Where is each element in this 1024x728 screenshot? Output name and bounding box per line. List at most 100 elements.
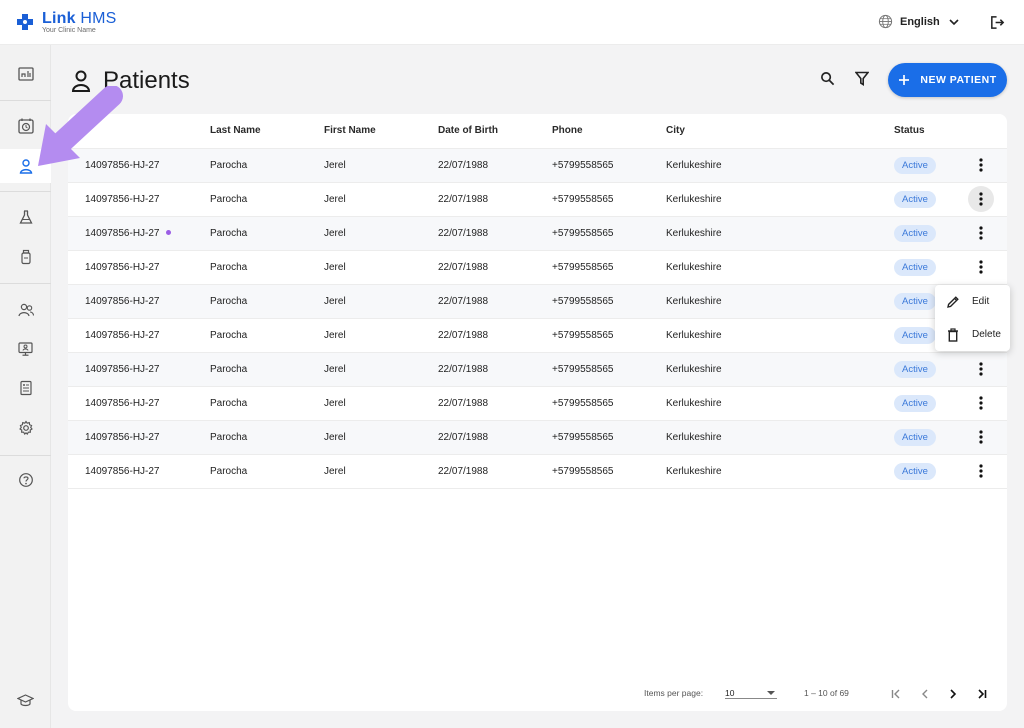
clinic-name: Your Clinic Name	[42, 27, 96, 34]
last-name-cell-text: Parocha	[210, 159, 248, 171]
city-cell-text: Kerlukeshire	[666, 159, 722, 171]
sidebar-item-training[interactable]	[0, 683, 51, 717]
table-row[interactable]: 14097856-HJ-27 Parocha Jerel 22/07/1988 +579…	[68, 215, 1007, 250]
items-per-page-select[interactable]: 10	[725, 684, 777, 699]
first-name-cell: Jerel	[324, 249, 438, 284]
report-icon	[19, 380, 32, 396]
column-header-phone[interactable]: Phone	[552, 114, 666, 148]
row-menu-button[interactable]	[968, 390, 994, 416]
next-page-button[interactable]	[943, 684, 963, 704]
city-cell-text: Kerlukeshire	[666, 261, 722, 273]
new-patient-button[interactable]: NEW PATIENT	[888, 63, 1007, 97]
search-button[interactable]	[820, 71, 835, 91]
date-of-birth-cell-text: 22/07/1988	[438, 431, 489, 443]
patient-id-cell-text: 14097856-HJ-27	[85, 329, 160, 341]
actions-cell	[964, 181, 1007, 216]
language-selector[interactable]: English	[878, 14, 961, 29]
row-menu-button[interactable]	[968, 458, 994, 484]
more-vertical-icon	[979, 396, 983, 410]
patient-id-cell: 14097856-HJ-27	[68, 317, 210, 352]
status-badge: Active	[894, 258, 936, 276]
column-header-status[interactable]: Status	[894, 114, 964, 148]
sidebar-item-help[interactable]	[0, 463, 51, 497]
row-menu-button[interactable]	[968, 152, 994, 178]
column-header-last-name[interactable]: Last Name	[210, 114, 324, 148]
first-name-cell: Jerel	[324, 215, 438, 250]
column-header-city[interactable]: City	[666, 114, 894, 148]
first-name-cell-text: Jerel	[324, 397, 346, 409]
first-name-cell: Jerel	[324, 283, 438, 318]
date-of-birth-cell-text: 22/07/1988	[438, 363, 489, 375]
menu-item-delete[interactable]: Delete	[935, 318, 1010, 351]
sidebar-item-monitor[interactable]	[0, 332, 51, 366]
table-row[interactable]: 14097856-HJ-27 Parocha Jerel 22/07/1988 +579…	[68, 283, 1007, 318]
table-row[interactable]: 14097856-HJ-27 Parocha Jerel 22/07/1988 +579…	[68, 249, 1007, 284]
status-cell: Active	[894, 249, 964, 284]
patient-id-cell-text: 14097856-HJ-27	[85, 295, 160, 307]
table-row[interactable]: 14097856-HJ-27 Parocha Jerel 22/07/1988 +579…	[68, 317, 1007, 352]
column-header-actions	[964, 114, 1007, 148]
row-menu-button[interactable]	[968, 424, 994, 450]
patient-id-cell-text: 14097856-HJ-27	[85, 261, 160, 273]
table-row[interactable]: 14097856-HJ-27 Parocha Jerel 22/07/1988 +579…	[68, 181, 1007, 216]
last-name-cell: Parocha	[210, 385, 324, 420]
menu-item-delete-label: Delete	[972, 329, 1001, 340]
row-menu-button[interactable]	[968, 254, 994, 280]
column-header-date-of-birth[interactable]: Date of Birth	[438, 114, 552, 148]
table-row[interactable]: 14097856-HJ-27 Parocha Jerel 22/07/1988 +579…	[68, 147, 1007, 182]
filter-button[interactable]	[854, 71, 870, 91]
sidebar-item-staff[interactable]	[0, 293, 51, 327]
patient-id-cell: 14097856-HJ-27	[68, 283, 210, 318]
first-name-cell-text: Jerel	[324, 227, 346, 239]
table-row[interactable]: 14097856-HJ-27 Parocha Jerel 22/07/1988 +579…	[68, 351, 1007, 386]
more-vertical-icon	[979, 192, 983, 206]
last-page-button[interactable]	[972, 684, 992, 704]
menu-item-edit[interactable]: Edit	[935, 285, 1010, 318]
sidebar-item-pharmacy[interactable]	[0, 240, 51, 274]
last-name-cell: Parocha	[210, 317, 324, 352]
more-vertical-icon	[979, 158, 983, 172]
last-name-cell: Parocha	[210, 419, 324, 454]
sidebar-item-reports[interactable]	[0, 371, 51, 405]
row-menu-button[interactable]	[968, 186, 994, 212]
items-per-page-value: 10	[725, 688, 735, 698]
flask-icon	[18, 210, 33, 224]
status-cell: Active	[894, 419, 964, 454]
last-name-cell-text: Parocha	[210, 431, 248, 443]
city-cell: Kerlukeshire	[666, 419, 894, 454]
pencil-icon	[947, 295, 959, 308]
status-cell: Active	[894, 147, 964, 182]
first-page-button[interactable]	[886, 684, 906, 704]
app-name-part2: HMS	[80, 10, 117, 27]
city-cell-text: Kerlukeshire	[666, 227, 722, 239]
sidebar-item-settings[interactable]	[0, 411, 51, 445]
first-name-cell: Jerel	[324, 385, 438, 420]
last-name-cell: Parocha	[210, 147, 324, 182]
date-of-birth-cell-text: 22/07/1988	[438, 465, 489, 477]
table-row[interactable]: 14097856-HJ-27 Parocha Jerel 22/07/1988 +579…	[68, 385, 1007, 420]
row-menu-button[interactable]	[968, 220, 994, 246]
phone-cell-text: +5799558565	[552, 397, 614, 409]
patient-id-cell-text: 14097856-HJ-27	[85, 227, 160, 239]
date-of-birth-cell: 22/07/1988	[438, 283, 552, 318]
previous-page-button[interactable]	[915, 684, 935, 704]
date-of-birth-cell-text: 22/07/1988	[438, 227, 489, 239]
row-menu-button[interactable]	[968, 356, 994, 382]
app-logo[interactable]: Link HMS Your Clinic Name	[16, 10, 117, 35]
search-icon	[821, 72, 835, 86]
patient-id-cell: 14097856-HJ-27	[68, 453, 210, 489]
unread-dot-icon	[165, 230, 171, 236]
city-cell: Kerlukeshire	[666, 317, 894, 352]
logout-icon	[991, 16, 1005, 29]
table-row[interactable]: 14097856-HJ-27 Parocha Jerel 22/07/1988 +579…	[68, 419, 1007, 454]
city-cell-text: Kerlukeshire	[666, 431, 722, 443]
column-header-first-name[interactable]: First Name	[324, 114, 438, 148]
status-cell: Active	[894, 181, 964, 216]
table-row[interactable]: 14097856-HJ-27 Parocha Jerel 22/07/1988 +579…	[68, 453, 1007, 489]
sidebar-item-lab[interactable]	[0, 200, 51, 234]
city-cell: Kerlukeshire	[666, 147, 894, 182]
logout-button[interactable]	[989, 14, 1006, 36]
main-content: Patients NEW PATIENT Last Name First Nam…	[51, 45, 1024, 728]
patients-table: Last Name First Name Date of Birth Phone…	[68, 114, 1007, 489]
phone-cell-text: +5799558565	[552, 295, 614, 307]
